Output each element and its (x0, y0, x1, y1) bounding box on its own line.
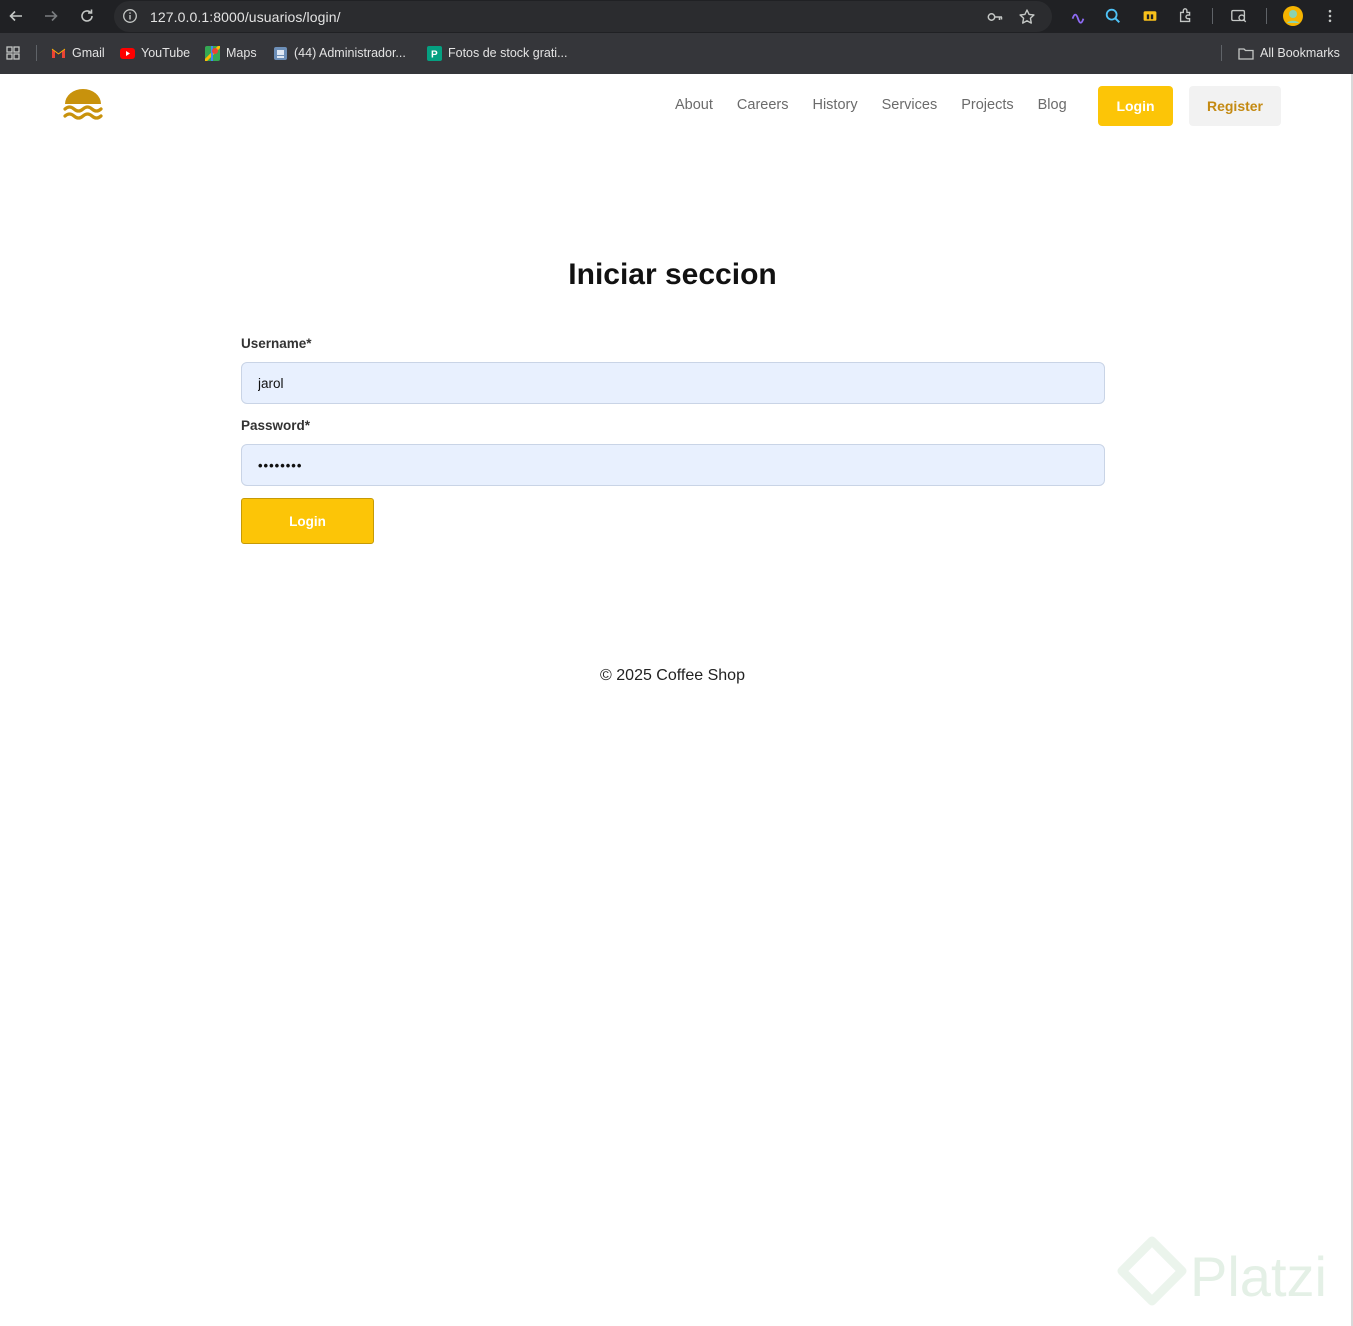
all-bookmarks-button[interactable]: All Bookmarks (1238, 44, 1340, 62)
key-icon[interactable] (986, 8, 1004, 26)
header-login-button[interactable]: Login (1098, 86, 1173, 126)
page-title: Iniciar seccion (568, 258, 777, 291)
password-label: Password* (241, 418, 311, 433)
nav-careers[interactable]: Careers (737, 97, 789, 113)
site-info-icon[interactable] (122, 8, 138, 24)
extension-wave-icon[interactable] (1068, 6, 1088, 26)
header-register-button[interactable]: Register (1189, 86, 1281, 126)
username-input[interactable] (241, 362, 1105, 404)
nav-blog[interactable]: Blog (1038, 97, 1067, 113)
extension-search-icon[interactable] (1103, 6, 1123, 26)
main-nav: About Careers History Services Projects … (675, 97, 1091, 113)
bookmark-gmail[interactable]: Gmail (51, 44, 105, 62)
admin-icon (274, 46, 287, 60)
svg-text:P: P (431, 49, 438, 60)
gmail-icon (51, 48, 66, 58)
nav-services[interactable]: Services (882, 97, 938, 113)
star-icon[interactable] (1018, 8, 1036, 26)
bookmark-youtube[interactable]: YouTube (120, 44, 190, 62)
maps-icon (205, 45, 220, 61)
extensions-puzzle-icon[interactable] (1176, 6, 1196, 26)
back-button[interactable] (4, 4, 28, 28)
arrow-left-icon (9, 10, 22, 22)
toolbar-divider (1266, 8, 1267, 24)
bookmarks-bar: Gmail YouTube Maps (44) Administrador...… (0, 33, 1353, 74)
browser-chrome: 127.0.0.1:8000/usuarios/login/ Gmail You… (0, 0, 1353, 74)
pexels-icon: P (427, 45, 442, 61)
nav-about[interactable]: About (675, 97, 713, 113)
extension-yellow-icon[interactable] (1140, 6, 1160, 26)
toolbar-divider (1212, 8, 1213, 24)
tab-search-icon[interactable] (1229, 6, 1249, 26)
address-bar[interactable]: 127.0.0.1:8000/usuarios/login/ (114, 1, 1052, 32)
password-masked-value: •••••••• (258, 458, 303, 473)
url-text[interactable]: 127.0.0.1:8000/usuarios/login/ (150, 9, 341, 25)
youtube-icon (120, 47, 135, 59)
bookmarks-divider (1221, 45, 1222, 61)
reload-icon (81, 9, 93, 22)
bookmark-admin[interactable]: (44) Administrador... (273, 44, 406, 62)
bookmarks-divider (36, 45, 37, 61)
apps-grid-button[interactable] (6, 44, 20, 62)
footer-copyright: © 2025 Coffee Shop (600, 667, 745, 684)
apps-grid-icon (6, 46, 20, 60)
coffee-shop-logo[interactable] (63, 88, 103, 124)
reload-button[interactable] (75, 4, 99, 28)
platzi-watermark: Platzi (1190, 1245, 1327, 1308)
browser-toolbar: 127.0.0.1:8000/usuarios/login/ (0, 0, 1353, 33)
nav-projects[interactable]: Projects (961, 97, 1013, 113)
more-menu-icon[interactable] (1320, 6, 1340, 26)
username-label: Username* (241, 336, 312, 351)
folder-icon (1238, 47, 1254, 60)
nav-history[interactable]: History (812, 97, 857, 113)
bookmark-pexels[interactable]: P Fotos de stock grati... (427, 44, 568, 62)
login-submit-button[interactable]: Login (241, 498, 374, 544)
profile-avatar[interactable] (1283, 6, 1303, 26)
password-input[interactable] (241, 444, 1105, 486)
bookmark-maps[interactable]: Maps (205, 44, 257, 62)
arrow-right-icon (45, 10, 58, 22)
forward-button[interactable] (39, 4, 63, 28)
